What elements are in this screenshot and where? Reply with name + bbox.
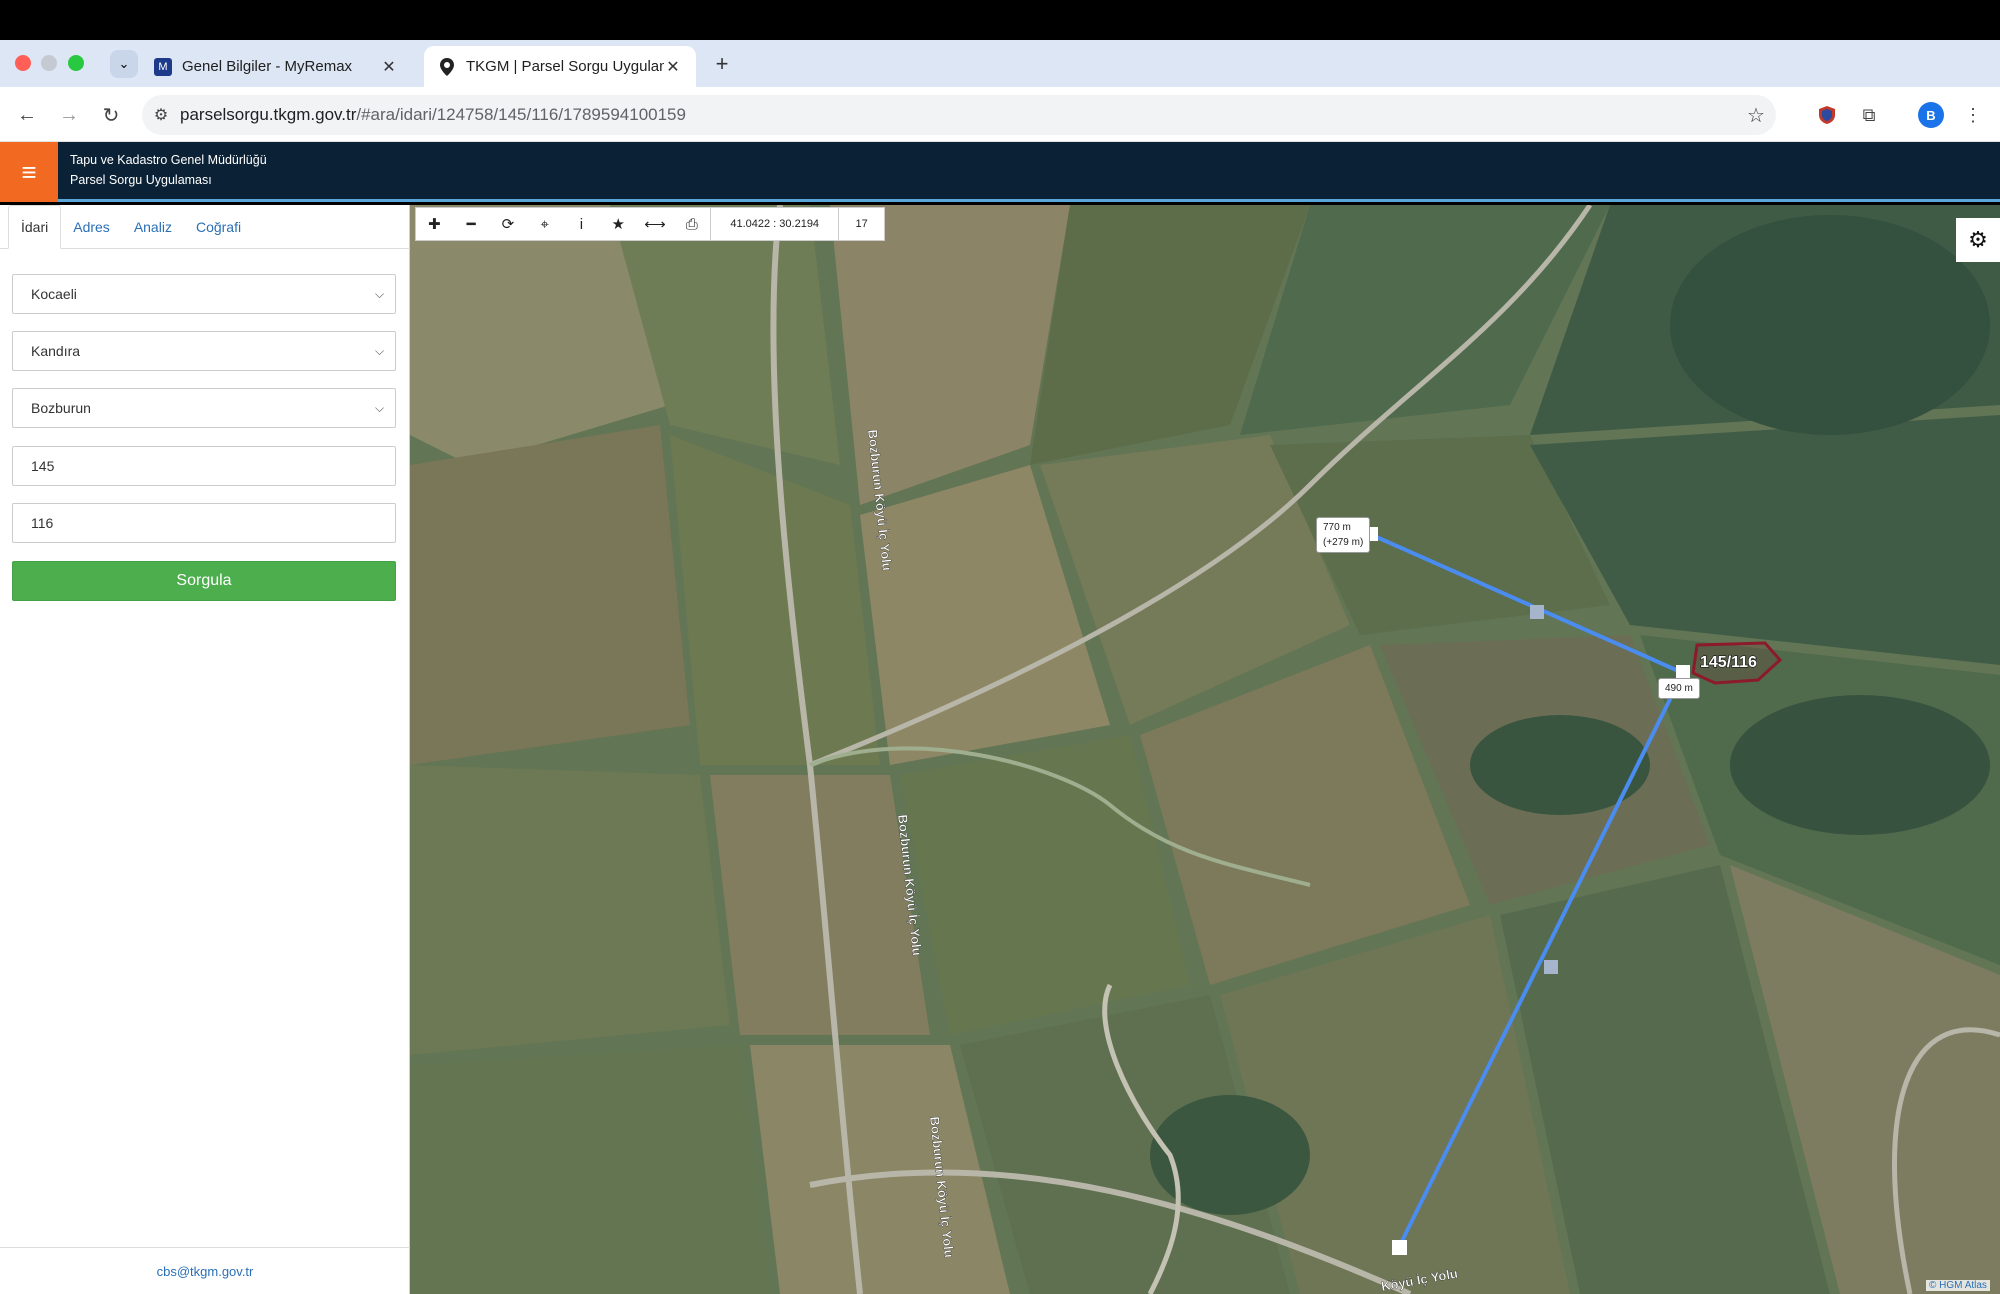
app-title: Tapu ve Kadastro Genel Müdürlüğü Parsel … — [70, 150, 267, 190]
refresh-icon[interactable]: ⟳ — [490, 207, 527, 241]
chevron-down-icon: ⌵ — [375, 401, 385, 415]
close-tab-icon[interactable]: ✕ — [664, 57, 682, 77]
extensions-puzzle-icon[interactable]: ⧉ — [1854, 100, 1884, 130]
new-tab-button[interactable]: + — [708, 50, 736, 78]
site-settings-icon[interactable]: ⚙ — [142, 105, 180, 125]
mahalle-select-value: Bozburun — [31, 400, 91, 416]
app-title-line2: Parsel Sorgu Uygulaması — [70, 173, 212, 187]
il-select-value: Kocaeli — [31, 286, 77, 302]
hamburger-menu-icon[interactable]: ≡ — [0, 142, 58, 202]
zoom-level: 17 — [855, 218, 868, 230]
parsel-input[interactable]: 116 — [12, 503, 396, 543]
chevron-down-icon: ⌄ — [118, 56, 130, 71]
gear-icon[interactable]: ⚙ — [1956, 218, 2000, 262]
map-canvas: Bozburun Köyü İç Yolu Bozburun Köyü İç Y… — [410, 205, 2000, 1294]
profile-avatar[interactable]: B — [1918, 102, 1944, 128]
tab-title: Genel Bilgiler - MyRemax — [182, 58, 353, 75]
map-toolbar: ✚ ━ ⟳ ⌖ i ★ ⟷ ⎙ 41.0422 : 30.2194 17 — [415, 207, 885, 241]
tab-title: TKGM | Parsel Sorgu Uygulam — [466, 58, 664, 75]
locate-icon[interactable]: ⌖ — [526, 207, 563, 241]
mahalle-select[interactable]: Bozburun ⌵ — [12, 388, 396, 428]
measure-vertex[interactable] — [1392, 1240, 1407, 1255]
map-attribution[interactable]: © HGM Atlas — [1926, 1280, 1990, 1291]
browser-tab-tkgm[interactable]: TKGM | Parsel Sorgu Uygulam ✕ — [424, 46, 696, 87]
remax-icon: M — [154, 57, 172, 76]
zoom-out-icon[interactable]: ━ — [453, 207, 490, 241]
info-icon[interactable]: i — [563, 207, 600, 241]
print-icon[interactable]: ⎙ — [673, 207, 710, 241]
favorite-star-icon[interactable]: ★ — [600, 207, 637, 241]
app-header — [0, 142, 2000, 202]
satellite-map[interactable]: Bozburun Köyü İç Yolu Bozburun Köyü İç Y… — [410, 205, 2000, 1294]
parsel-input-value: 116 — [31, 515, 54, 531]
il-select[interactable]: Kocaeli ⌵ — [12, 274, 396, 314]
measure-segment-label: 490 m — [1658, 678, 1700, 699]
sorgula-button[interactable]: Sorgula — [12, 561, 396, 601]
measure-vertex[interactable] — [1676, 665, 1690, 679]
close-tab-icon[interactable]: ✕ — [380, 57, 398, 77]
query-tabs: İdari Adres Analiz Coğrafi — [0, 205, 410, 249]
browser-tab-myremax[interactable]: M Genel Bilgiler - MyRemax ✕ — [140, 46, 412, 87]
ilce-select[interactable]: Kandıra ⌵ — [12, 331, 396, 371]
query-sidebar: İdari Adres Analiz Coğrafi Kocaeli ⌵ Kan… — [0, 205, 410, 1294]
close-window-button[interactable] — [15, 55, 31, 71]
chevron-down-icon: ⌵ — [375, 287, 385, 301]
zoom-in-icon[interactable]: ✚ — [416, 207, 453, 241]
app-title-line1: Tapu ve Kadastro Genel Müdürlüğü — [70, 153, 267, 167]
maximize-window-button[interactable] — [68, 55, 84, 71]
coordinate-readout: 41.0422 : 30.2194 — [710, 207, 840, 241]
ada-input[interactable]: 145 — [12, 446, 396, 486]
url-text: parselsorgu.tkgm.gov.tr/#ara/idari/12475… — [180, 105, 686, 124]
chevron-down-icon: ⌵ — [375, 344, 385, 358]
parcel-label: 145/116 — [1700, 654, 1757, 671]
tab-analiz[interactable]: Analiz — [122, 205, 184, 249]
forward-arrow-icon[interactable]: → — [54, 100, 84, 130]
browser-menu-icon[interactable]: ⋮ — [1958, 100, 1988, 130]
ada-input-value: 145 — [31, 458, 55, 474]
ilce-select-value: Kandıra — [31, 343, 81, 359]
tab-adres[interactable]: Adres — [61, 205, 122, 249]
address-bar[interactable]: ⚙ parselsorgu.tkgm.gov.tr/#ara/idari/124… — [142, 95, 1776, 135]
tab-idari[interactable]: İdari — [8, 205, 62, 249]
back-arrow-icon[interactable]: ← — [12, 100, 42, 130]
measure-icon[interactable]: ⟷ — [637, 207, 674, 241]
contact-email-link[interactable]: cbs@tkgm.gov.tr — [0, 1247, 410, 1294]
extension-shield-icon[interactable] — [1812, 100, 1842, 130]
measure-midpoint[interactable] — [1544, 960, 1558, 974]
measure-midpoint[interactable] — [1530, 605, 1544, 619]
os-top-bar — [0, 0, 2000, 40]
bookmark-star-icon[interactable]: ☆ — [1736, 103, 1776, 128]
minimize-window-button[interactable] — [41, 55, 57, 71]
map-pin-icon — [438, 57, 456, 76]
tab-search-button[interactable]: ⌄ — [110, 50, 138, 78]
measure-total-label: 770 m (+279 m) — [1316, 517, 1371, 553]
tab-cografi[interactable]: Coğrafi — [184, 205, 253, 249]
reload-icon[interactable]: ↻ — [96, 100, 126, 130]
